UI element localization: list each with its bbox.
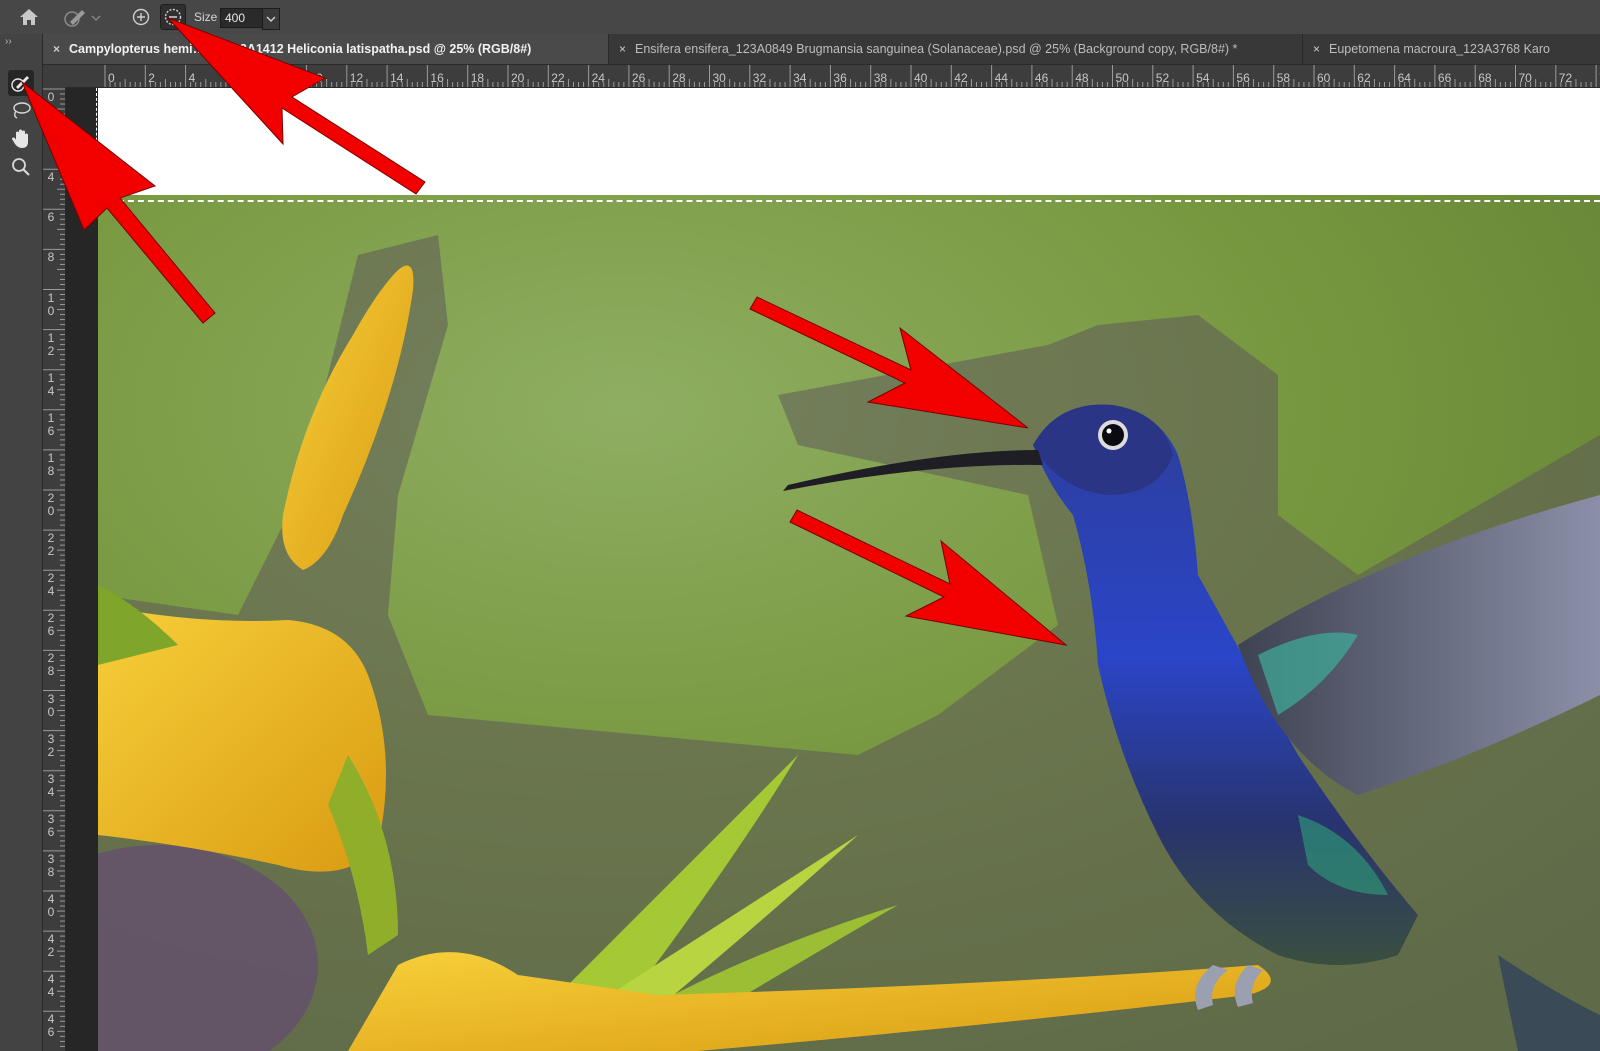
ruler-label: 46	[1034, 71, 1049, 85]
ruler-label: 12	[349, 71, 364, 85]
tab-document-1[interactable]: × Campylopterus hemi… M_123A1412 Helicon…	[43, 34, 609, 64]
hand-icon	[12, 129, 28, 148]
ruler-label: 58	[1276, 71, 1291, 85]
ruler-label: 70	[1518, 71, 1532, 85]
ruler-label: 40	[47, 892, 55, 919]
ruler-label: 8	[47, 250, 55, 265]
ruler-label: 2	[47, 130, 55, 145]
ruler-label: 66	[1437, 71, 1452, 85]
subtract-from-selection-icon[interactable]	[160, 4, 186, 30]
ruler-label: 26	[631, 71, 646, 85]
ruler-label: 48	[1075, 71, 1089, 85]
home-icon[interactable]	[18, 7, 40, 27]
close-icon[interactable]: ×	[53, 34, 60, 64]
ruler-label: 0	[108, 71, 115, 85]
collapse-panel-icon[interactable]: ››	[5, 36, 12, 47]
quick-selection-tool[interactable]	[8, 70, 34, 96]
ruler-label: 16	[430, 71, 444, 85]
tab-document-2[interactable]: × Ensifera ensifera_123A0849 Brugmansia …	[609, 34, 1303, 64]
ruler-label: 22	[47, 531, 55, 559]
ruler-label: 32	[752, 71, 767, 85]
document-canvas[interactable]	[98, 88, 1600, 1051]
ruler-label: 36	[47, 811, 55, 839]
ruler-label: 44	[994, 71, 1008, 85]
ruler-label: 38	[47, 851, 55, 879]
ruler-label: 14	[47, 370, 55, 398]
selection-marquee	[98, 200, 1600, 202]
zoom-icon	[12, 158, 30, 176]
ruler-label: 24	[591, 71, 605, 85]
ruler-label: 68	[1478, 71, 1492, 85]
ruler-label: 36	[833, 71, 847, 85]
ruler-label: 8	[269, 71, 276, 85]
ruler-label: 22	[551, 71, 565, 85]
ruler-label: 6	[47, 210, 55, 225]
ruler-label: 18	[47, 450, 55, 478]
ruler-label: 10	[309, 71, 323, 85]
selection-marquee	[96, 88, 97, 200]
ruler-label: 4	[47, 170, 55, 185]
hand-tool[interactable]	[8, 126, 34, 152]
size-input[interactable]: 400	[220, 8, 264, 28]
horizontal-ruler[interactable]: 0 2 4 6 8 10 12 14 16 18 20 22 24 26 28 30 32 34 36 38 40 42 4…	[43, 65, 1600, 88]
lasso-icon	[13, 102, 31, 119]
ruler-label: 2	[148, 71, 155, 85]
ruler-label: 26	[47, 611, 55, 639]
ruler-label: 72	[1558, 71, 1573, 85]
canvas-white-area	[98, 88, 1600, 196]
ruler-label: 20	[511, 71, 525, 85]
lasso-tool[interactable]	[8, 98, 34, 124]
size-label: Size	[194, 10, 218, 24]
ruler-label: 14	[390, 71, 404, 85]
quick-selection-brush-icon[interactable]	[62, 6, 102, 28]
hummingbird-photo	[98, 195, 1600, 1051]
tools-panel: ››	[0, 34, 43, 1051]
add-to-selection-icon[interactable]	[131, 7, 151, 27]
ruler-label: 0	[47, 90, 55, 104]
ruler-label: 62	[1357, 71, 1371, 85]
ruler-label: 54	[1196, 71, 1210, 85]
chevron-down-icon[interactable]	[262, 8, 280, 30]
ruler-label: 16	[47, 410, 55, 438]
ruler-label: 28	[672, 71, 686, 85]
ruler-label: 60	[1317, 71, 1331, 85]
ruler-label: 44	[47, 972, 55, 1000]
ruler-label: 6	[228, 71, 236, 85]
quick-selection-brush-icon	[11, 76, 29, 92]
ruler-label: 64	[1397, 71, 1411, 85]
ruler-label: 28	[47, 651, 55, 679]
ruler-label: 34	[793, 71, 807, 85]
ruler-label: 10	[47, 290, 55, 318]
close-icon[interactable]: ×	[1313, 34, 1320, 64]
tab-label: Eupetomena macroura_123A3768 Karo	[1329, 42, 1550, 56]
tab-label: Campylopterus hemi… M_123A1412 Heliconia…	[69, 42, 532, 56]
ruler-label: 30	[47, 691, 55, 719]
tab-label: Ensifera ensifera_123A0849 Brugmansia sa…	[635, 42, 1238, 56]
options-bar: Size 400	[0, 0, 1600, 35]
ruler-label: 42	[954, 71, 968, 85]
ruler-label: 52	[1155, 71, 1170, 85]
ruler-label: 18	[470, 71, 485, 85]
ruler-label: 46	[47, 1012, 55, 1040]
ruler-label: 12	[47, 330, 55, 358]
ruler-label: 38	[873, 71, 888, 85]
zoom-tool[interactable]	[8, 154, 34, 180]
ruler-label: 30	[712, 71, 726, 85]
ruler-label: 56	[1236, 71, 1250, 85]
ruler-label: 42	[47, 932, 55, 960]
ruler-label: 50	[1115, 71, 1129, 85]
ruler-label: 40	[914, 71, 928, 85]
vertical-ruler[interactable]: 0 2 4 6 8 10 12 14 16 18 20 22 24 26 28 30 32 34 36 38 40 42 4…	[43, 87, 66, 1051]
document-tabs: × Campylopterus hemi… M_123A1412 Helicon…	[43, 34, 1600, 65]
ruler-label: 4	[188, 71, 196, 85]
ruler-label: 24	[47, 571, 55, 599]
tab-document-3[interactable]: × Eupetomena macroura_123A3768 Karo	[1303, 34, 1600, 64]
ruler-label: 32	[47, 731, 55, 759]
ruler-label: 20	[47, 491, 55, 518]
close-icon[interactable]: ×	[619, 34, 626, 64]
ruler-label: 34	[47, 771, 55, 799]
